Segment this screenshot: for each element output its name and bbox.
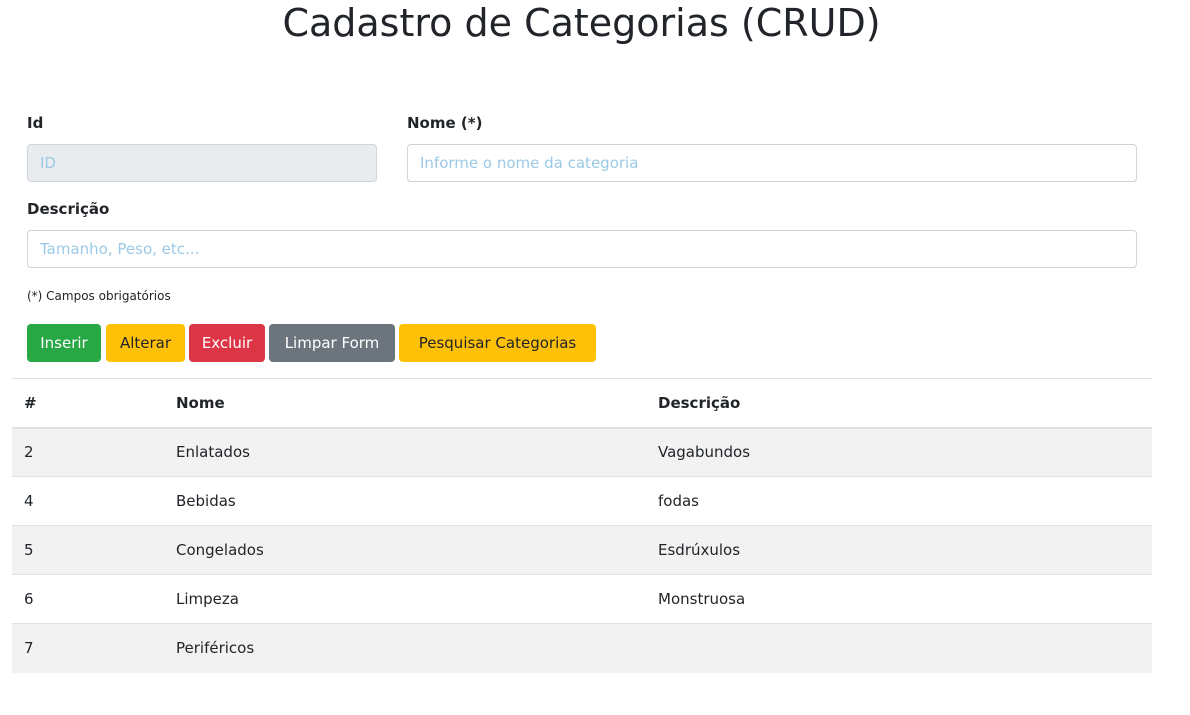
table-row[interactable]: 5 Congelados Esdrúxulos xyxy=(12,525,1152,575)
nome-label: Nome (*) xyxy=(407,114,483,132)
id-label: Id xyxy=(27,114,44,132)
cell-id: 4 xyxy=(12,476,164,526)
cell-descricao xyxy=(646,623,1152,673)
page-title: Cadastro de Categorias (CRUD) xyxy=(282,1,881,45)
id-field xyxy=(27,144,377,182)
table-row[interactable]: 6 Limpeza Monstruosa xyxy=(12,574,1152,624)
table-header-row: # Nome Descrição xyxy=(12,378,1152,429)
cell-descricao: fodas xyxy=(646,476,1152,526)
cell-id: 7 xyxy=(12,623,164,673)
cell-nome: Bebidas xyxy=(164,476,646,526)
table-row[interactable]: 7 Periféricos xyxy=(12,623,1152,673)
cell-id: 5 xyxy=(12,525,164,575)
column-header-descricao: Descrição xyxy=(646,378,1152,429)
table-row[interactable]: 4 Bebidas fodas xyxy=(12,476,1152,526)
cell-descricao: Vagabundos xyxy=(646,427,1152,477)
pesquisar-categorias-button[interactable]: Pesquisar Categorias xyxy=(399,324,596,362)
cell-nome: Limpeza xyxy=(164,574,646,624)
cell-nome: Enlatados xyxy=(164,427,646,477)
categorias-table: # Nome Descrição 2 Enlatados Vagabundos … xyxy=(12,378,1152,673)
limpar-form-button[interactable]: Limpar Form xyxy=(269,324,395,362)
cell-descricao: Esdrúxulos xyxy=(646,525,1152,575)
cell-nome: Congelados xyxy=(164,525,646,575)
cell-id: 2 xyxy=(12,427,164,477)
excluir-button[interactable]: Excluir xyxy=(189,324,265,362)
column-header-nome: Nome xyxy=(164,378,646,429)
table-row[interactable]: 2 Enlatados Vagabundos xyxy=(12,427,1152,477)
descricao-input[interactable] xyxy=(27,230,1137,268)
descricao-label: Descrição xyxy=(27,200,110,218)
cell-descricao: Monstruosa xyxy=(646,574,1152,624)
required-fields-note: (*) Campos obrigatórios xyxy=(27,289,171,303)
inserir-button[interactable]: Inserir xyxy=(27,324,101,362)
nome-input[interactable] xyxy=(407,144,1137,182)
column-header-id: # xyxy=(12,378,164,429)
alterar-button[interactable]: Alterar xyxy=(106,324,185,362)
cell-id: 6 xyxy=(12,574,164,624)
cell-nome: Periféricos xyxy=(164,623,646,673)
